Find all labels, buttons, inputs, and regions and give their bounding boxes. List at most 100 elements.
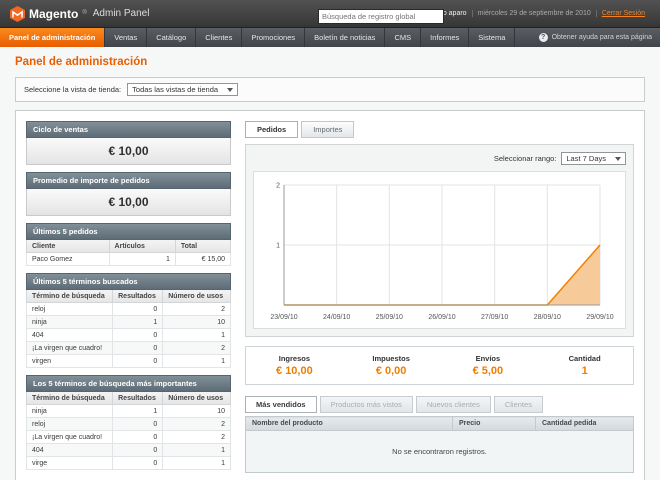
products-tabs: Más vendidos Productos más vistos Nuevos… xyxy=(245,396,634,413)
table-row[interactable]: virge 0 1 xyxy=(27,457,231,470)
cell-term: reloj xyxy=(27,303,113,316)
last-search-terms-table: Término de búsqueda Resultados Número de… xyxy=(26,290,231,368)
brand: Magento ® Admin Panel xyxy=(10,6,149,22)
empty-message: No se encontraron registros. xyxy=(246,431,634,473)
chart-box: 23/09/1024/09/1025/09/1026/09/1027/09/10… xyxy=(253,171,626,329)
table-row[interactable]: Paco Gomez 1 € 15,00 xyxy=(27,253,231,266)
column-header: Término de búsqueda xyxy=(27,290,113,303)
average-orders-title: Promedio de importe de pedidos xyxy=(26,172,231,189)
range-select[interactable]: Last 7 Days xyxy=(561,152,626,165)
top-search-terms-title: Los 5 términos de búsqueda más important… xyxy=(26,375,231,392)
range-label: Seleccionar rango: xyxy=(494,154,557,163)
svg-text:1: 1 xyxy=(276,243,280,250)
store-view-select[interactable]: Todas las vistas de tienda xyxy=(127,83,238,96)
lifetime-sales-card: Ciclo de ventas € 10,00 xyxy=(26,121,231,165)
cell-term: ninja xyxy=(27,316,113,329)
table-row[interactable]: ninja 1 10 xyxy=(27,405,231,418)
cell-results: 0 xyxy=(113,431,163,444)
nav-item-promociones[interactable]: Promociones xyxy=(242,28,305,47)
column-header: Total xyxy=(175,240,230,253)
stat-value: 1 xyxy=(536,365,633,377)
cell-term: ¡La virgen que cuadro! xyxy=(27,431,113,444)
page-body: Panel de administración Seleccione la vi… xyxy=(0,47,660,480)
cell-term: 404 xyxy=(27,329,113,342)
stat-cantidad: Cantidad 1 xyxy=(536,354,633,377)
cell-term: ninja xyxy=(27,405,113,418)
global-search-input[interactable] xyxy=(318,9,444,24)
logout-link[interactable]: Cerrar Sesión xyxy=(596,10,650,17)
table-header-row: Término de búsqueda Resultados Número de… xyxy=(27,290,231,303)
table-row[interactable]: virgen 0 1 xyxy=(27,355,231,368)
cell-term: 404 xyxy=(27,444,113,457)
svg-text:25/09/10: 25/09/10 xyxy=(375,314,402,321)
dashboard-left-column: Ciclo de ventas € 10,00 Promedio de impo… xyxy=(26,121,231,480)
stat-value: € 0,00 xyxy=(343,365,440,377)
cell-results: 0 xyxy=(113,444,163,457)
cell-results: 1 xyxy=(113,316,163,329)
lifetime-sales-value: € 10,00 xyxy=(26,138,231,165)
cell-uses: 10 xyxy=(163,405,231,418)
stat-label: Impuestos xyxy=(343,354,440,363)
tab-nuevos-clientes[interactable]: Nuevos clientes xyxy=(416,396,491,413)
dashboard-right-column: Pedidos Importes Seleccionar rango: Last… xyxy=(245,121,634,480)
column-header: Resultados xyxy=(113,290,163,303)
global-search xyxy=(318,6,444,24)
tab-mas-vendidos[interactable]: Más vendidos xyxy=(245,396,317,413)
column-header: Número de usos xyxy=(163,290,231,303)
svg-text:2: 2 xyxy=(276,183,280,190)
table-header-row: Nombre del producto Precio Cantidad pedi… xyxy=(246,417,634,431)
cell-results: 1 xyxy=(113,405,163,418)
cell-results: 0 xyxy=(113,342,163,355)
help-label: Obtener ayuda para esta página xyxy=(552,34,652,41)
stat-value: € 10,00 xyxy=(246,365,343,377)
table-row[interactable]: reloj 0 2 xyxy=(27,303,231,316)
cell-items: 1 xyxy=(109,253,175,266)
top-search-terms-table: Término de búsqueda Resultados Número de… xyxy=(26,392,231,470)
nav-item-clientes[interactable]: Clientes xyxy=(196,28,242,47)
tab-pedidos[interactable]: Pedidos xyxy=(245,121,298,138)
cell-uses: 2 xyxy=(163,418,231,431)
lifetime-sales-title: Ciclo de ventas xyxy=(26,121,231,138)
nav-item-catalogo[interactable]: Catálogo xyxy=(147,28,196,47)
average-orders-value: € 10,00 xyxy=(26,189,231,216)
tab-clientes[interactable]: Clientes xyxy=(494,396,543,413)
nav-item-informes[interactable]: Informes xyxy=(421,28,469,47)
svg-text:28/09/10: 28/09/10 xyxy=(533,314,560,321)
tab-productos-mas-vistos[interactable]: Productos más vistos xyxy=(320,396,413,413)
svg-text:24/09/10: 24/09/10 xyxy=(323,314,350,321)
main-nav: Panel de administración Ventas Catálogo … xyxy=(0,28,660,47)
store-view-label: Seleccione la vista de tienda: xyxy=(24,85,121,94)
magento-logo-icon xyxy=(10,6,25,22)
tab-importes[interactable]: Importes xyxy=(301,121,354,138)
table-row[interactable]: ¡La virgen que cuadro! 0 2 xyxy=(27,431,231,444)
magento-admin-screen: Magento ® Admin Panel Accedió como aparo… xyxy=(0,0,660,480)
table-row[interactable]: 404 0 1 xyxy=(27,444,231,457)
cell-uses: 2 xyxy=(163,342,231,355)
cell-total: € 15,00 xyxy=(175,253,230,266)
top-search-terms-card: Los 5 términos de búsqueda más important… xyxy=(26,375,231,470)
svg-text:23/09/10: 23/09/10 xyxy=(270,314,297,321)
table-row[interactable]: reloj 0 2 xyxy=(27,418,231,431)
nav-item-sistema[interactable]: Sistema xyxy=(469,28,515,47)
header-bar: Magento ® Admin Panel Accedió como aparo… xyxy=(0,0,660,28)
table-row[interactable]: 404 0 1 xyxy=(27,329,231,342)
table-header-row: Cliente Artículos Total xyxy=(27,240,231,253)
nav-item-boletin[interactable]: Boletín de noticias xyxy=(305,28,385,47)
cell-term: reloj xyxy=(27,418,113,431)
column-header: Resultados xyxy=(113,392,163,405)
page-title: Panel de administración xyxy=(15,56,645,68)
cell-results: 0 xyxy=(113,303,163,316)
nav-item-ventas[interactable]: Ventas xyxy=(105,28,147,47)
help-link[interactable]: Obtener ayuda para esta página xyxy=(539,28,660,47)
nav-item-cms[interactable]: CMS xyxy=(385,28,421,47)
cell-term: ¡La virgen que cuadro! xyxy=(27,342,113,355)
nav-item-panel[interactable]: Panel de administración xyxy=(0,28,105,47)
column-header: Cantidad pedida xyxy=(536,417,634,431)
stat-label: Envíos xyxy=(440,354,537,363)
table-row[interactable]: ninja 1 10 xyxy=(27,316,231,329)
cell-term: virgen xyxy=(27,355,113,368)
cell-uses: 1 xyxy=(163,355,231,368)
cell-uses: 1 xyxy=(163,444,231,457)
table-row[interactable]: ¡La virgen que cuadro! 0 2 xyxy=(27,342,231,355)
average-orders-card: Promedio de importe de pedidos € 10,00 xyxy=(26,172,231,216)
